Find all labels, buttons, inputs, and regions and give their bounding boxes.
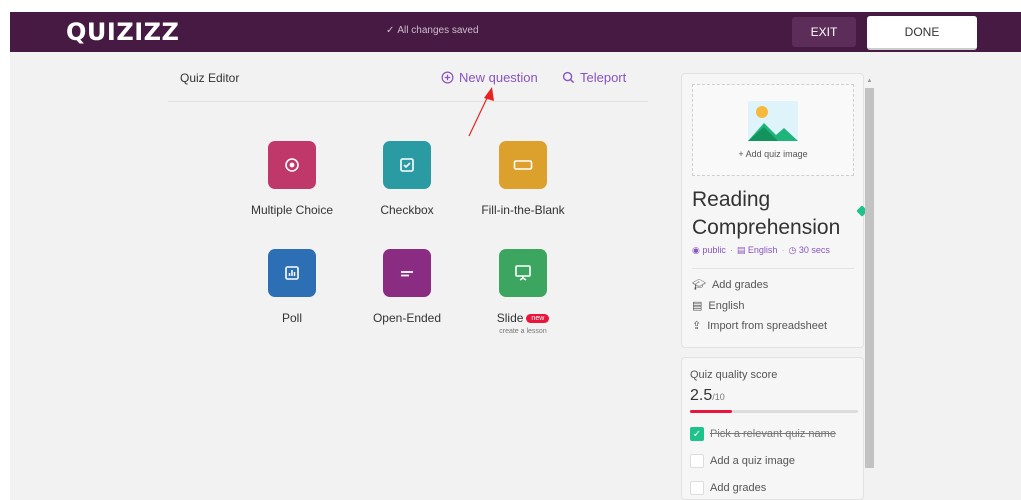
- checklist-item[interactable]: ✓ Pick a relevant quiz name: [690, 427, 836, 441]
- quality-score: 2.5/10: [690, 387, 725, 405]
- check-icon: ✓: [386, 25, 395, 36]
- search-icon: [562, 71, 575, 84]
- quiz-settings-panel: + Add quiz image Reading Comprehension ◉…: [681, 73, 864, 348]
- plus-circle-icon: [441, 71, 454, 84]
- checklist-item[interactable]: Add grades: [690, 481, 766, 495]
- chart-icon: [268, 249, 316, 297]
- language-row[interactable]: ▤ English: [692, 299, 745, 313]
- save-status-text: All changes saved: [397, 25, 479, 36]
- quiz-meta: ◉ public · ▤ English · ◷ 30 secs: [692, 245, 830, 255]
- clock-icon: ◷: [788, 245, 797, 255]
- quiz-editor-title: Quiz Editor: [180, 71, 240, 85]
- question-type-poll[interactable]: Poll: [232, 249, 352, 325]
- checklist-label: Add a quiz image: [710, 455, 795, 467]
- checklist-label: Pick a relevant quiz name: [710, 428, 836, 440]
- import-label: Import from spreadsheet: [707, 319, 828, 332]
- checklist-item[interactable]: Add a quiz image: [690, 454, 795, 468]
- done-button[interactable]: DONE: [867, 16, 977, 50]
- presentation-icon: [499, 249, 547, 297]
- quality-progress-fill: [690, 410, 732, 413]
- app-frame: QUIZIZZ ✓ All changes saved EXIT DONE Qui…: [10, 12, 1021, 500]
- question-type-label: Slide new: [463, 311, 583, 325]
- exit-button[interactable]: EXIT: [792, 17, 856, 47]
- question-type-slide[interactable]: Slide new create a lesson: [463, 249, 583, 335]
- language-row-label: English: [708, 299, 745, 312]
- checkbox-icon[interactable]: [690, 454, 704, 468]
- question-type-label: Poll: [281, 311, 302, 325]
- checkbox-icon: [383, 141, 431, 189]
- divider: [168, 101, 648, 102]
- question-type-label: Open-Ended: [372, 311, 442, 325]
- new-badge: new: [526, 314, 550, 324]
- book-icon: ▤: [736, 245, 746, 255]
- quiz-quality-panel: Quiz quality score 2.5/10 ✓ Pick a releva…: [681, 357, 864, 500]
- checked-checkbox-icon[interactable]: ✓: [690, 427, 704, 441]
- question-type-open-ended[interactable]: Open-Ended: [347, 249, 467, 325]
- language-label: English: [747, 245, 778, 255]
- blank-icon: [499, 141, 547, 189]
- visibility-label: public: [702, 245, 726, 255]
- score-value: 2.5: [690, 387, 713, 404]
- question-type-label: Multiple Choice: [250, 203, 334, 217]
- quality-title: Quiz quality score: [690, 369, 778, 381]
- score-max: /10: [712, 392, 725, 402]
- import-spreadsheet-row[interactable]: ⇪ Import from spreadsheet: [692, 319, 828, 333]
- checkbox-icon[interactable]: [690, 481, 704, 495]
- question-type-label: Checkbox: [380, 203, 434, 217]
- question-type-fill-in-the-blank[interactable]: Fill-in-the-Blank: [463, 141, 583, 217]
- slide-label: Slide: [496, 311, 524, 325]
- teleport-label: Teleport: [580, 70, 627, 85]
- teleport-button[interactable]: Teleport: [562, 70, 626, 85]
- lines-icon: [383, 249, 431, 297]
- add-quiz-image-area[interactable]: + Add quiz image: [692, 84, 854, 176]
- save-status: ✓ All changes saved: [386, 25, 479, 36]
- new-question-button[interactable]: New question: [441, 70, 538, 85]
- quizizz-logo: QUIZIZZ: [66, 18, 180, 46]
- scrollbar[interactable]: [865, 88, 874, 468]
- quality-progress-bar: [690, 410, 858, 413]
- slide-subtitle: create a lesson: [499, 328, 547, 335]
- new-question-label: New question: [459, 70, 538, 85]
- book-icon: ▤: [692, 300, 703, 312]
- checklist-label: Add grades: [710, 482, 767, 494]
- graduation-cap-icon: 🎓︎: [692, 279, 706, 291]
- question-type-multiple-choice[interactable]: Multiple Choice: [232, 141, 352, 217]
- add-grades-row[interactable]: 🎓︎ Add grades: [692, 278, 769, 292]
- image-icon: [748, 101, 798, 141]
- time-label: 30 secs: [798, 245, 830, 255]
- radio-icon: [268, 141, 316, 189]
- top-bar: QUIZIZZ ✓ All changes saved EXIT DONE: [10, 12, 1021, 52]
- question-type-label: Fill-in-the-Blank: [481, 203, 565, 217]
- divider: [692, 268, 854, 269]
- add-quiz-image-label: + Add quiz image: [738, 149, 808, 159]
- question-type-checkbox[interactable]: Checkbox: [347, 141, 467, 217]
- eye-icon: ◉: [692, 245, 700, 255]
- import-icon: ⇪: [692, 320, 702, 332]
- scroll-up-arrow[interactable]: ▲: [865, 78, 874, 86]
- add-grades-label: Add grades: [711, 278, 769, 291]
- quiz-name[interactable]: Reading Comprehension: [692, 186, 857, 242]
